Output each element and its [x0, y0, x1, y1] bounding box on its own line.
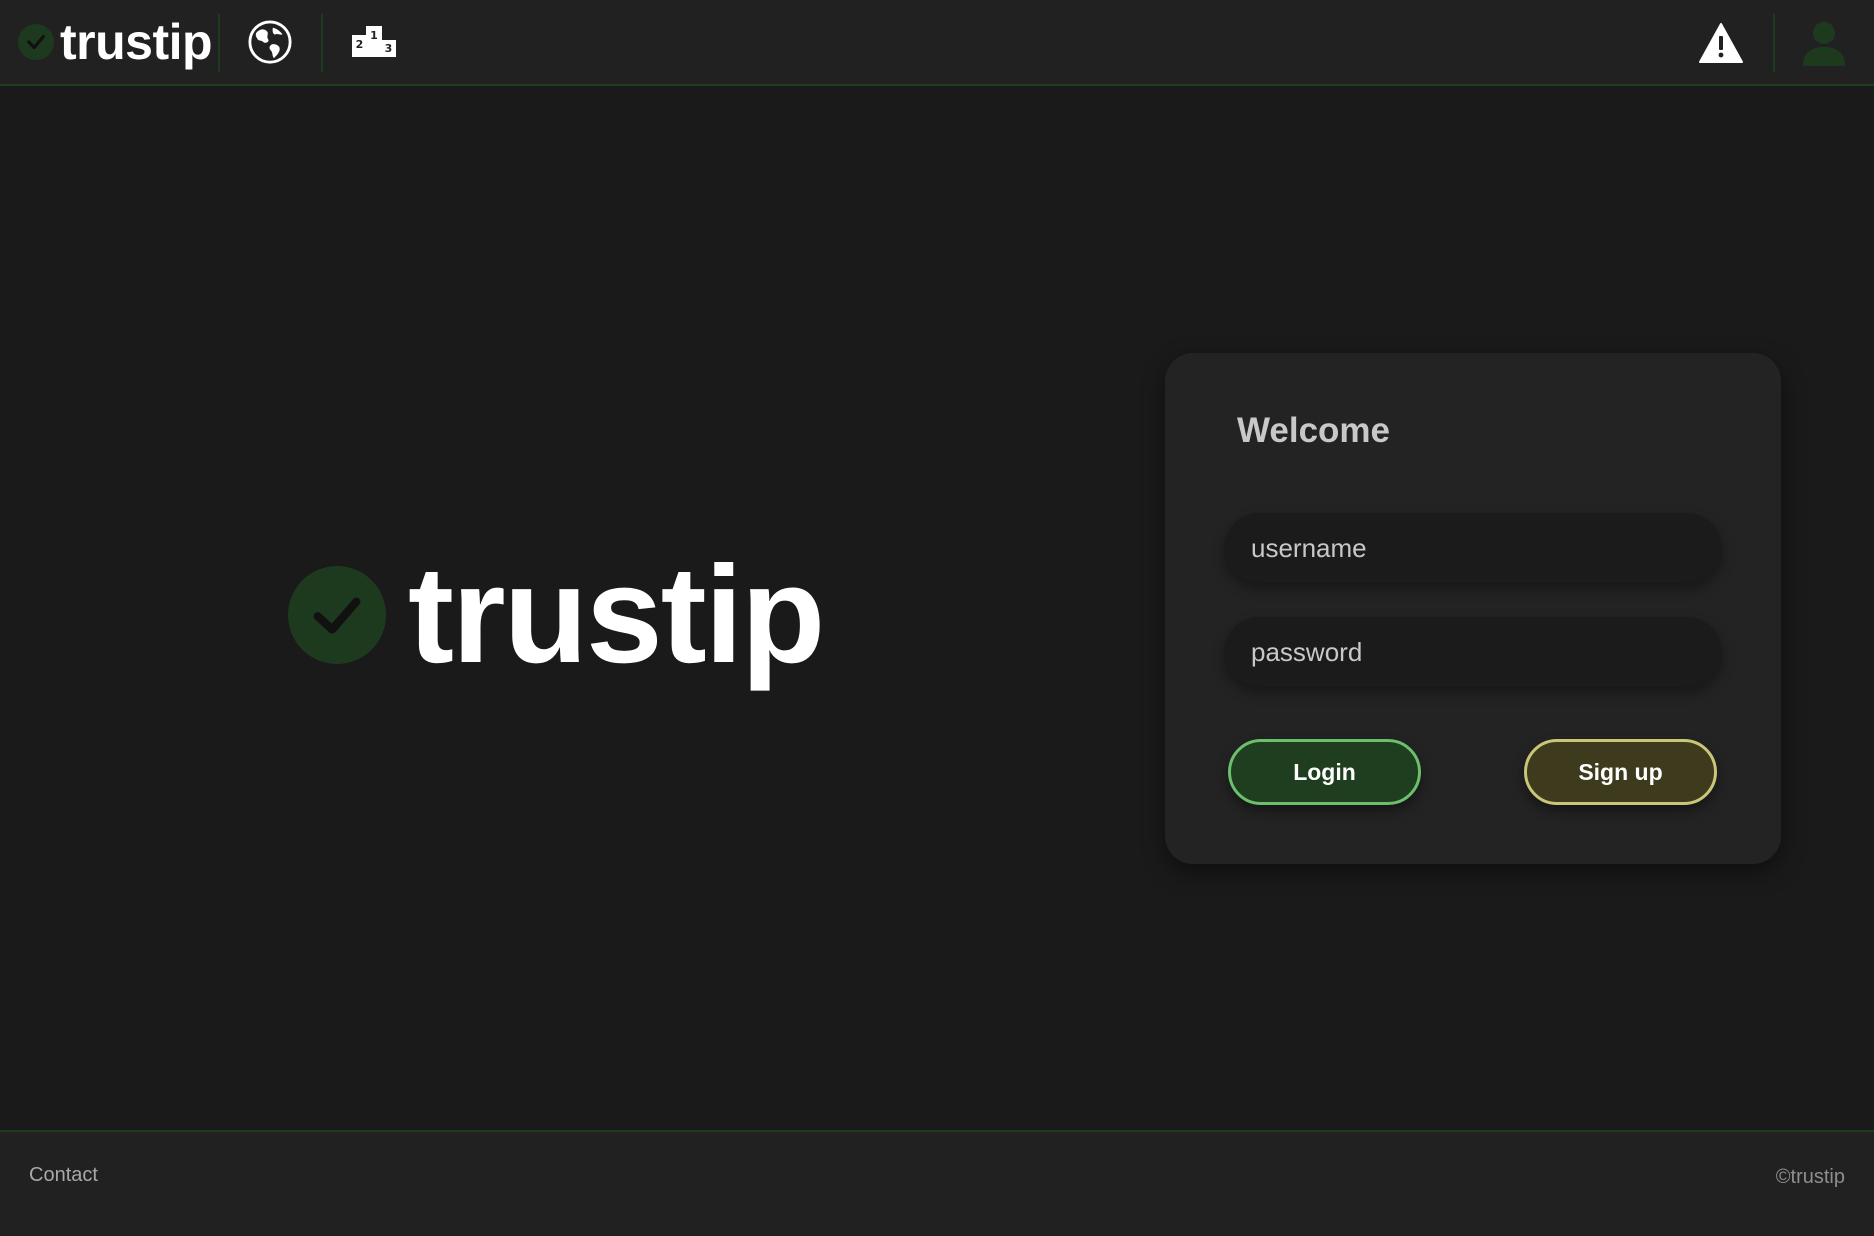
- page: trustip 1 2 3 trustip Welcome username L…: [0, 0, 1874, 1236]
- copyright-text: ©trustip: [1775, 1166, 1845, 1188]
- globe-button[interactable]: [246, 19, 294, 70]
- top-navbar: trustip 1 2 3: [0, 0, 1874, 86]
- footer: Contact ©trustip: [0, 1130, 1874, 1236]
- svg-text:3: 3: [385, 42, 393, 55]
- login-card: Welcome Login Sign up: [1165, 353, 1781, 864]
- check-logo-icon: [18, 24, 54, 60]
- report-button[interactable]: [1696, 22, 1746, 68]
- svg-text:1: 1: [370, 29, 378, 42]
- signup-button[interactable]: Sign up: [1524, 739, 1717, 805]
- hero-brand-name: trustip: [408, 538, 825, 692]
- leaderboard-button[interactable]: 1 2 3: [350, 22, 398, 64]
- svg-text:2: 2: [356, 38, 364, 51]
- user-icon: [1802, 20, 1846, 71]
- podium-icon: 1 2 3: [351, 23, 397, 64]
- header-divider: [321, 14, 323, 72]
- welcome-title: Welcome: [1237, 411, 1391, 450]
- password-field: [1224, 617, 1722, 687]
- header-divider: [1773, 14, 1775, 72]
- username-field: [1224, 513, 1722, 583]
- username-input[interactable]: [1249, 531, 1703, 565]
- password-input[interactable]: [1249, 635, 1703, 669]
- warning-icon: [1698, 22, 1744, 69]
- brand-name: trustip: [60, 14, 213, 70]
- globe-icon: [247, 19, 293, 70]
- header-divider: [218, 14, 220, 72]
- contact-link[interactable]: Contact: [29, 1164, 98, 1187]
- profile-button[interactable]: [1800, 20, 1848, 70]
- login-button[interactable]: Login: [1228, 739, 1421, 805]
- check-logo-icon: [288, 566, 386, 664]
- brand-home-link[interactable]: trustip: [18, 12, 213, 72]
- hero-logo: trustip: [288, 538, 825, 692]
